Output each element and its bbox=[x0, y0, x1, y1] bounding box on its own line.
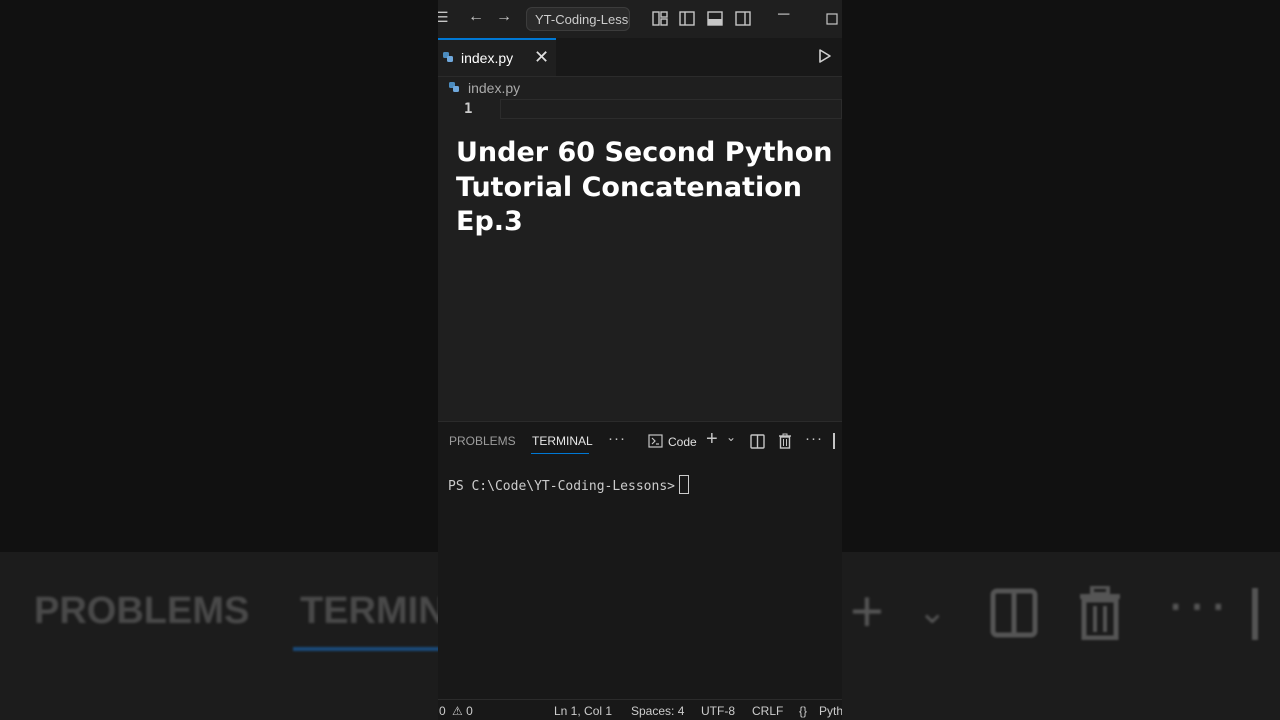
encoding[interactable]: UTF-8 bbox=[701, 704, 735, 718]
close-icon[interactable]: ✕ bbox=[534, 47, 549, 68]
error-count: 0 bbox=[439, 704, 446, 718]
minimize-icon[interactable]: ─ bbox=[778, 6, 789, 24]
background-problems-label: PROBLEMS bbox=[34, 590, 250, 632]
title-line-1: Under 60 Second Python bbox=[456, 137, 833, 168]
command-center-search[interactable]: YT-Coding-Lessons bbox=[526, 7, 630, 31]
menu-icon[interactable]: ☰ bbox=[438, 9, 449, 26]
status-bar: 0 ⚠ 0 Ln 1, Col 1 Spaces: 4 UTF-8 CRLF {… bbox=[438, 699, 842, 720]
back-arrow-icon[interactable]: ← bbox=[468, 8, 484, 26]
line-number: 1 bbox=[464, 101, 473, 117]
terminal-prompt: PS C:\Code\YT-Coding-Lessons> bbox=[448, 479, 675, 494]
maximize-icon[interactable] bbox=[826, 13, 838, 25]
panel-actions-more-icon[interactable]: ··· bbox=[805, 430, 823, 447]
warning-icon: ⚠ bbox=[452, 704, 463, 718]
background-tab-underline bbox=[293, 647, 443, 651]
background-edge-bar bbox=[1252, 588, 1258, 640]
language-mode[interactable]: Python bbox=[819, 704, 842, 718]
terminal-cursor bbox=[678, 475, 689, 494]
customize-layout-icon[interactable] bbox=[652, 11, 668, 26]
title-bar: ☰ ← → YT-Coding-Lessons ─ bbox=[438, 0, 842, 38]
terminal-shell-icon bbox=[648, 434, 663, 448]
tab-index-py[interactable]: index.py ✕ bbox=[438, 38, 556, 76]
background-trash-icon bbox=[1080, 586, 1120, 640]
run-python-file-icon[interactable] bbox=[818, 48, 832, 64]
cursor-position[interactable]: Ln 1, Col 1 bbox=[554, 704, 612, 718]
panel-edge-divider bbox=[833, 433, 835, 449]
background-split-icon bbox=[990, 588, 1038, 638]
forward-arrow-icon[interactable]: → bbox=[496, 8, 512, 26]
terminal-profile-label[interactable]: Code bbox=[668, 435, 697, 449]
video-title-overlay: Under 60 Second Python Tutorial Concaten… bbox=[456, 136, 836, 240]
split-terminal-icon[interactable] bbox=[750, 434, 765, 449]
active-tab-indicator bbox=[531, 453, 589, 454]
toggle-panel-icon[interactable] bbox=[707, 11, 723, 26]
line-endings[interactable]: CRLF bbox=[752, 704, 783, 718]
bottom-panel: PROBLEMS TERMINAL ··· Code + ⌄ ··· PS C:… bbox=[438, 421, 842, 700]
terminal-prompt-line[interactable]: PS C:\Code\YT-Coding-Lessons> bbox=[448, 475, 689, 494]
editor-window: ☰ ← → YT-Coding-Lessons ─ bbox=[438, 0, 842, 720]
title-line-2: Tutorial Concatenation bbox=[456, 171, 802, 203]
background-plus-icon: + bbox=[850, 579, 884, 644]
background-chevron-icon: ⌄ bbox=[918, 593, 947, 631]
python-file-icon bbox=[443, 52, 453, 62]
toggle-secondary-sidebar-icon[interactable] bbox=[735, 11, 751, 26]
chevron-down-icon[interactable]: ⌄ bbox=[726, 430, 736, 444]
background-more-icon: ··· bbox=[1166, 571, 1230, 636]
editor-tab-bar: index.py ✕ bbox=[438, 38, 842, 77]
editor-current-line[interactable] bbox=[500, 99, 842, 119]
title-line-3: Ep.3 bbox=[456, 206, 523, 237]
language-braces-icon: {} bbox=[799, 704, 808, 718]
tab-terminal[interactable]: TERMINAL bbox=[532, 434, 593, 448]
problems-status[interactable]: 0 ⚠ 0 bbox=[439, 704, 473, 718]
panel-more-icon[interactable]: ··· bbox=[608, 430, 626, 447]
breadcrumb[interactable]: index.py bbox=[468, 80, 520, 96]
indentation[interactable]: Spaces: 4 bbox=[631, 704, 684, 718]
new-terminal-plus-icon[interactable]: + bbox=[706, 428, 718, 451]
toggle-primary-sidebar-icon[interactable] bbox=[679, 11, 695, 26]
tab-problems[interactable]: PROBLEMS bbox=[449, 434, 516, 448]
warning-count: 0 bbox=[466, 704, 473, 718]
tab-label: index.py bbox=[461, 50, 514, 66]
breadcrumb-python-icon bbox=[449, 82, 459, 92]
trash-icon[interactable] bbox=[778, 433, 792, 449]
